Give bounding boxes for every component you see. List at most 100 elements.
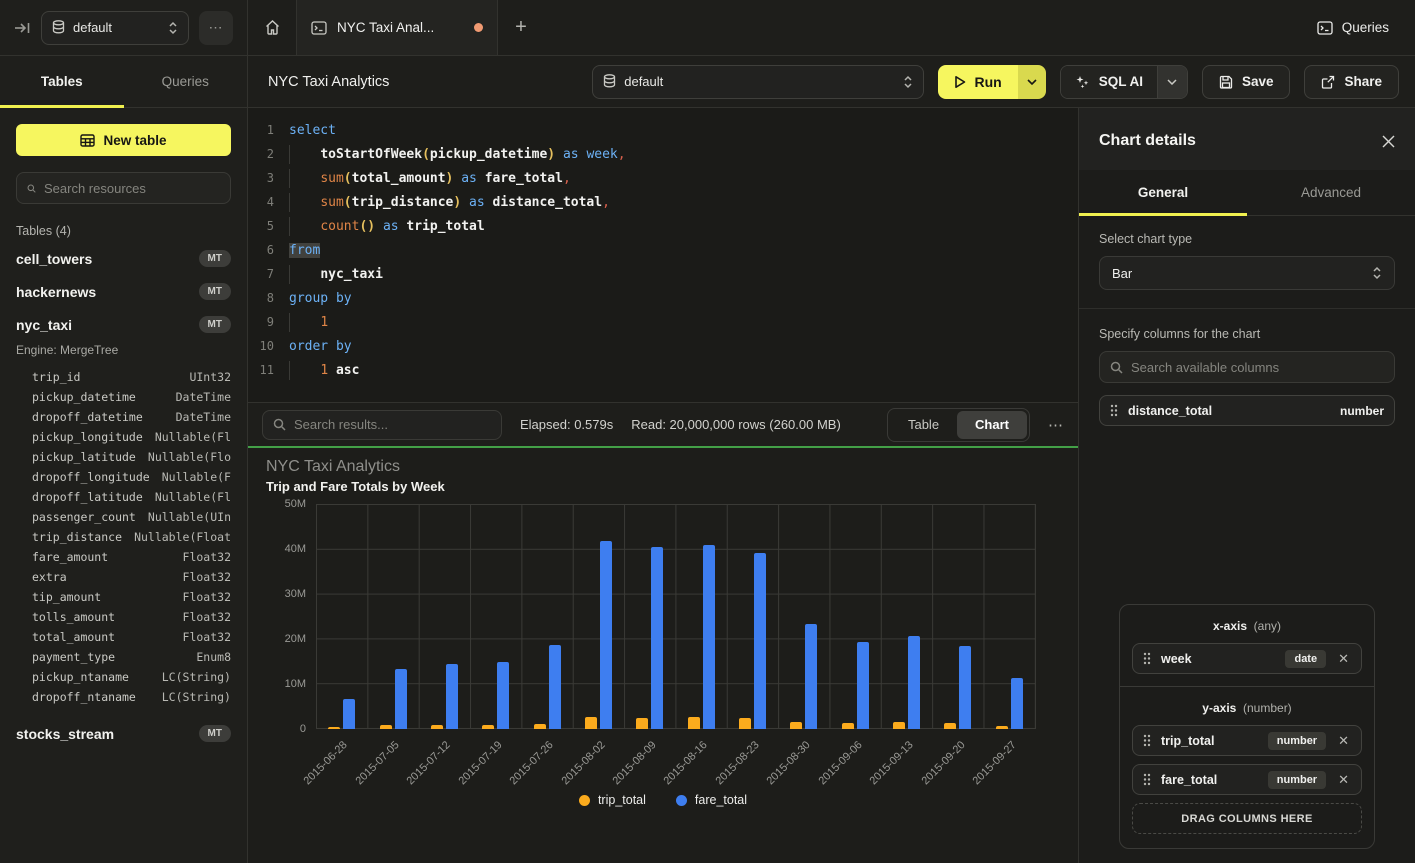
bar-fare_total[interactable]	[497, 662, 509, 729]
toolbar-database-selector[interactable]: default	[592, 65, 924, 99]
close-details-button[interactable]	[1382, 135, 1395, 148]
bar-trip_total[interactable]	[636, 718, 648, 729]
new-table-label: New table	[103, 133, 166, 148]
columns-search[interactable]	[1099, 351, 1395, 383]
sidebar-search[interactable]	[16, 172, 231, 204]
chevron-updown-icon	[1372, 266, 1382, 280]
bar-fare_total[interactable]	[754, 553, 766, 729]
remove-column-button[interactable]: ✕	[1336, 772, 1351, 788]
bar-group	[573, 505, 624, 729]
bar-trip_total[interactable]	[790, 722, 802, 729]
bar-trip_total[interactable]	[688, 717, 700, 729]
bar-trip_total[interactable]	[739, 718, 751, 729]
code-line[interactable]: 11 1 asc	[248, 358, 1078, 382]
table-row[interactable]: cell_towersMT	[16, 242, 231, 275]
bar-fare_total[interactable]	[703, 545, 715, 729]
bar-fare_total[interactable]	[908, 636, 920, 729]
new-table-button[interactable]: New table	[16, 124, 231, 156]
code-line[interactable]: 3 sum(total_amount) as fare_total,	[248, 166, 1078, 190]
table-name: hackernews	[16, 284, 199, 300]
collapse-sidebar-button[interactable]	[14, 21, 31, 35]
bar-trip_total[interactable]	[893, 722, 905, 729]
code-line[interactable]: 6from	[248, 238, 1078, 262]
code-line[interactable]: 8group by	[248, 286, 1078, 310]
queries-button[interactable]: Queries	[1291, 0, 1415, 55]
bar-trip_total[interactable]	[431, 725, 443, 729]
chart-type-select[interactable]: Bar	[1099, 256, 1395, 290]
tab-advanced[interactable]: Advanced	[1247, 170, 1415, 215]
sidebar-tab-tables[interactable]: Tables	[0, 56, 124, 107]
sidebar-search-input[interactable]	[44, 181, 220, 196]
chart-title: NYC Taxi Analytics	[266, 458, 1060, 476]
bar-fare_total[interactable]	[857, 642, 869, 729]
legend-item[interactable]: fare_total	[676, 793, 747, 807]
bar-fare_total[interactable]	[343, 699, 355, 729]
column-type-badge: number	[1268, 771, 1326, 789]
bar-fare_total[interactable]	[651, 547, 663, 729]
home-button[interactable]	[248, 0, 296, 55]
bar-trip_total[interactable]	[996, 726, 1008, 729]
bar-trip_total[interactable]	[842, 723, 854, 729]
table-row[interactable]: stocks_streamMT	[16, 717, 231, 750]
run-button[interactable]: Run	[938, 65, 1017, 99]
axis-column-item[interactable]: distance_totalnumber	[1099, 395, 1395, 426]
code-line[interactable]: 5 count() as trip_total	[248, 214, 1078, 238]
code-line[interactable]: 2 toStartOfWeek(pickup_datetime) as week…	[248, 142, 1078, 166]
bar-fare_total[interactable]	[959, 646, 971, 729]
bar-fare_total[interactable]	[395, 669, 407, 729]
legend-item[interactable]: trip_total	[579, 793, 646, 807]
sql-ai-options-button[interactable]	[1157, 66, 1187, 98]
code-line[interactable]: 1select	[248, 118, 1078, 142]
drop-zone[interactable]: DRAG COLUMNS HERE	[1132, 803, 1362, 834]
share-button[interactable]: Share	[1304, 65, 1399, 99]
sidebar-tab-queries[interactable]: Queries	[124, 56, 248, 107]
code-line[interactable]: 10order by	[248, 334, 1078, 358]
sql-editor[interactable]: 1select2 toStartOfWeek(pickup_datetime) …	[248, 108, 1078, 402]
view-table-button[interactable]: Table	[890, 411, 957, 439]
details-tabs: General Advanced	[1079, 170, 1415, 216]
remove-column-button[interactable]: ✕	[1336, 651, 1351, 667]
code-line[interactable]: 4 sum(trip_distance) as distance_total,	[248, 190, 1078, 214]
results-more-button[interactable]: ⋯	[1048, 416, 1064, 434]
new-tab-button[interactable]: +	[498, 0, 544, 55]
run-options-button[interactable]	[1018, 65, 1046, 99]
bar-group	[316, 505, 367, 729]
bar-fare_total[interactable]	[446, 664, 458, 729]
tab-general[interactable]: General	[1079, 170, 1247, 215]
axis-column-item[interactable]: fare_totalnumber✕	[1132, 764, 1362, 795]
bar-trip_total[interactable]	[944, 723, 956, 729]
remove-column-button[interactable]: ✕	[1336, 733, 1351, 749]
code-text: sum(trip_distance) as distance_total,	[289, 195, 610, 210]
sidebar-more-button[interactable]: ⋯	[199, 11, 233, 45]
results-search-input[interactable]	[294, 417, 491, 432]
columns-search-input[interactable]	[1131, 360, 1384, 375]
bar-fare_total[interactable]	[549, 645, 561, 729]
results-search[interactable]	[262, 410, 502, 440]
legend-label: fare_total	[695, 793, 747, 807]
engine-badge: MT	[199, 283, 231, 300]
bar-trip_total[interactable]	[534, 724, 546, 729]
bar-trip_total[interactable]	[585, 717, 597, 729]
database-selector[interactable]: default	[41, 11, 189, 45]
axis-column-item[interactable]: weekdate✕	[1132, 643, 1362, 674]
bar-fare_total[interactable]	[805, 624, 817, 729]
code-line[interactable]: 7 nyc_taxi	[248, 262, 1078, 286]
line-number: 6	[248, 243, 274, 257]
code-line[interactable]: 9 1	[248, 310, 1078, 334]
x-axis-label: x-axis	[1213, 619, 1247, 633]
bar-trip_total[interactable]	[482, 725, 494, 729]
axis-column-item[interactable]: trip_totalnumber✕	[1132, 725, 1362, 756]
sql-ai-button[interactable]: SQL AI	[1061, 66, 1157, 98]
bar-trip_total[interactable]	[328, 727, 340, 729]
bar-trip_total[interactable]	[380, 725, 392, 729]
table-row[interactable]: hackernewsMT	[16, 275, 231, 308]
tables-section-title: Tables (4)	[16, 224, 231, 238]
save-button[interactable]: Save	[1202, 65, 1291, 99]
column-row: dropoff_latitudeNullable(Fl	[16, 487, 231, 507]
bar-fare_total[interactable]	[600, 541, 612, 729]
query-tab[interactable]: NYC Taxi Anal...	[296, 0, 498, 55]
bar-fare_total[interactable]	[1011, 678, 1023, 729]
view-chart-button[interactable]: Chart	[957, 411, 1027, 439]
x-axis-header: x-axis (any)	[1132, 619, 1362, 633]
table-row[interactable]: nyc_taxiMT	[16, 308, 231, 341]
